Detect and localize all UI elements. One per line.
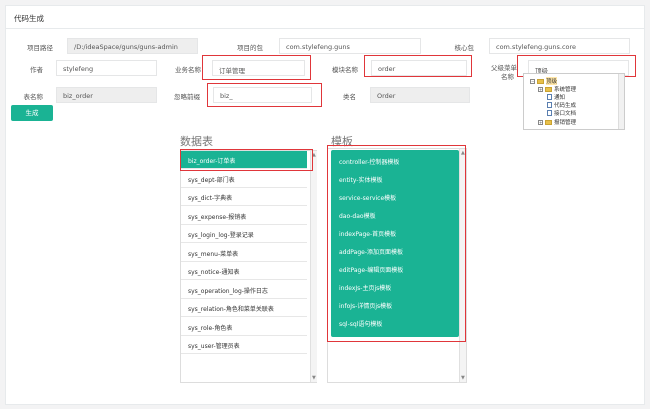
author-label: 作者: [30, 66, 43, 74]
file-icon: [547, 102, 552, 108]
folder-icon: [537, 78, 544, 84]
tree-node-apidoc[interactable]: 接口文档: [547, 109, 576, 117]
panel-title: 代码生成: [6, 6, 644, 29]
table-selection-highlight: [180, 149, 313, 171]
table-item[interactable]: sys_role-角色表: [181, 318, 307, 336]
table-item[interactable]: sys_expense-报销表: [181, 207, 307, 225]
table-item[interactable]: sys_user-管理员表: [181, 336, 307, 354]
scroll-down-icon[interactable]: ▼: [461, 375, 465, 381]
tree-node-notice[interactable]: 通知: [547, 93, 565, 101]
project-package-input[interactable]: com.stylefeng.guns: [279, 38, 421, 54]
tree-node-codegen[interactable]: 代码生成: [547, 101, 576, 109]
class-name-input[interactable]: Order: [370, 87, 470, 103]
expand-icon[interactable]: +: [538, 119, 543, 125]
templates-highlight: [327, 145, 466, 342]
module-name-highlight: [364, 55, 472, 77]
project-package-label: 项目的包: [237, 44, 263, 52]
tree-node-system[interactable]: + 系统管理: [538, 85, 576, 93]
class-name-label: 类名: [343, 93, 356, 101]
ignore-prefix-highlight: [207, 83, 322, 107]
core-package-label: 核心包: [454, 44, 475, 52]
table-item[interactable]: sys_operation_log-操作日志: [181, 281, 307, 299]
project-path-input[interactable]: /D:/ideaSpace/guns/guns-admin: [67, 38, 198, 54]
table-item[interactable]: sys_menu-菜单表: [181, 244, 307, 262]
file-icon: [547, 94, 552, 100]
tree-node-root[interactable]: − 顶级: [530, 77, 558, 85]
table-item[interactable]: sys_notice-通知表: [181, 262, 307, 280]
folder-icon: [545, 86, 552, 92]
menu-tree[interactable]: − 顶级 + 系统管理 通知 代码生成 接口文档 + 报销管理: [523, 73, 625, 130]
business-name-highlight: [202, 55, 311, 80]
tree-node-expense[interactable]: + 报销管理: [538, 118, 576, 126]
parent-menu-label-line2: 名称: [501, 73, 514, 81]
tree-scrollbar[interactable]: [618, 74, 624, 129]
tables-list[interactable]: biz_order-订单表 sys_dept-部门表 sys_dict-字典表 …: [180, 150, 317, 383]
tables-title: 数据表: [180, 135, 213, 148]
table-item[interactable]: sys_dict-字典表: [181, 188, 307, 206]
file-icon: [547, 110, 552, 116]
folder-icon: [545, 119, 552, 125]
table-item[interactable]: sys_login_log-登录记录: [181, 225, 307, 243]
table-name-label: 表名称: [23, 93, 44, 101]
module-name-label: 模块名称: [332, 66, 358, 74]
collapse-icon[interactable]: −: [530, 78, 535, 84]
business-name-label: 业务名称: [175, 66, 201, 74]
core-package-input[interactable]: com.stylefeng.guns.core: [489, 38, 630, 54]
scroll-down-icon[interactable]: ▼: [312, 375, 316, 381]
project-path-label: 项目路径: [27, 44, 53, 52]
author-input[interactable]: stylefeng: [56, 60, 157, 76]
table-item[interactable]: sys_relation-角色和菜单关联表: [181, 299, 307, 317]
table-name-input[interactable]: biz_order: [56, 87, 157, 103]
ignore-prefix-label: 忽略前缀: [174, 93, 200, 101]
tables-scrollbar[interactable]: ▲ ▼: [310, 151, 317, 382]
table-item[interactable]: sys_dept-部门表: [181, 170, 307, 188]
expand-icon[interactable]: +: [538, 86, 543, 92]
generate-button[interactable]: 生成: [11, 105, 53, 121]
